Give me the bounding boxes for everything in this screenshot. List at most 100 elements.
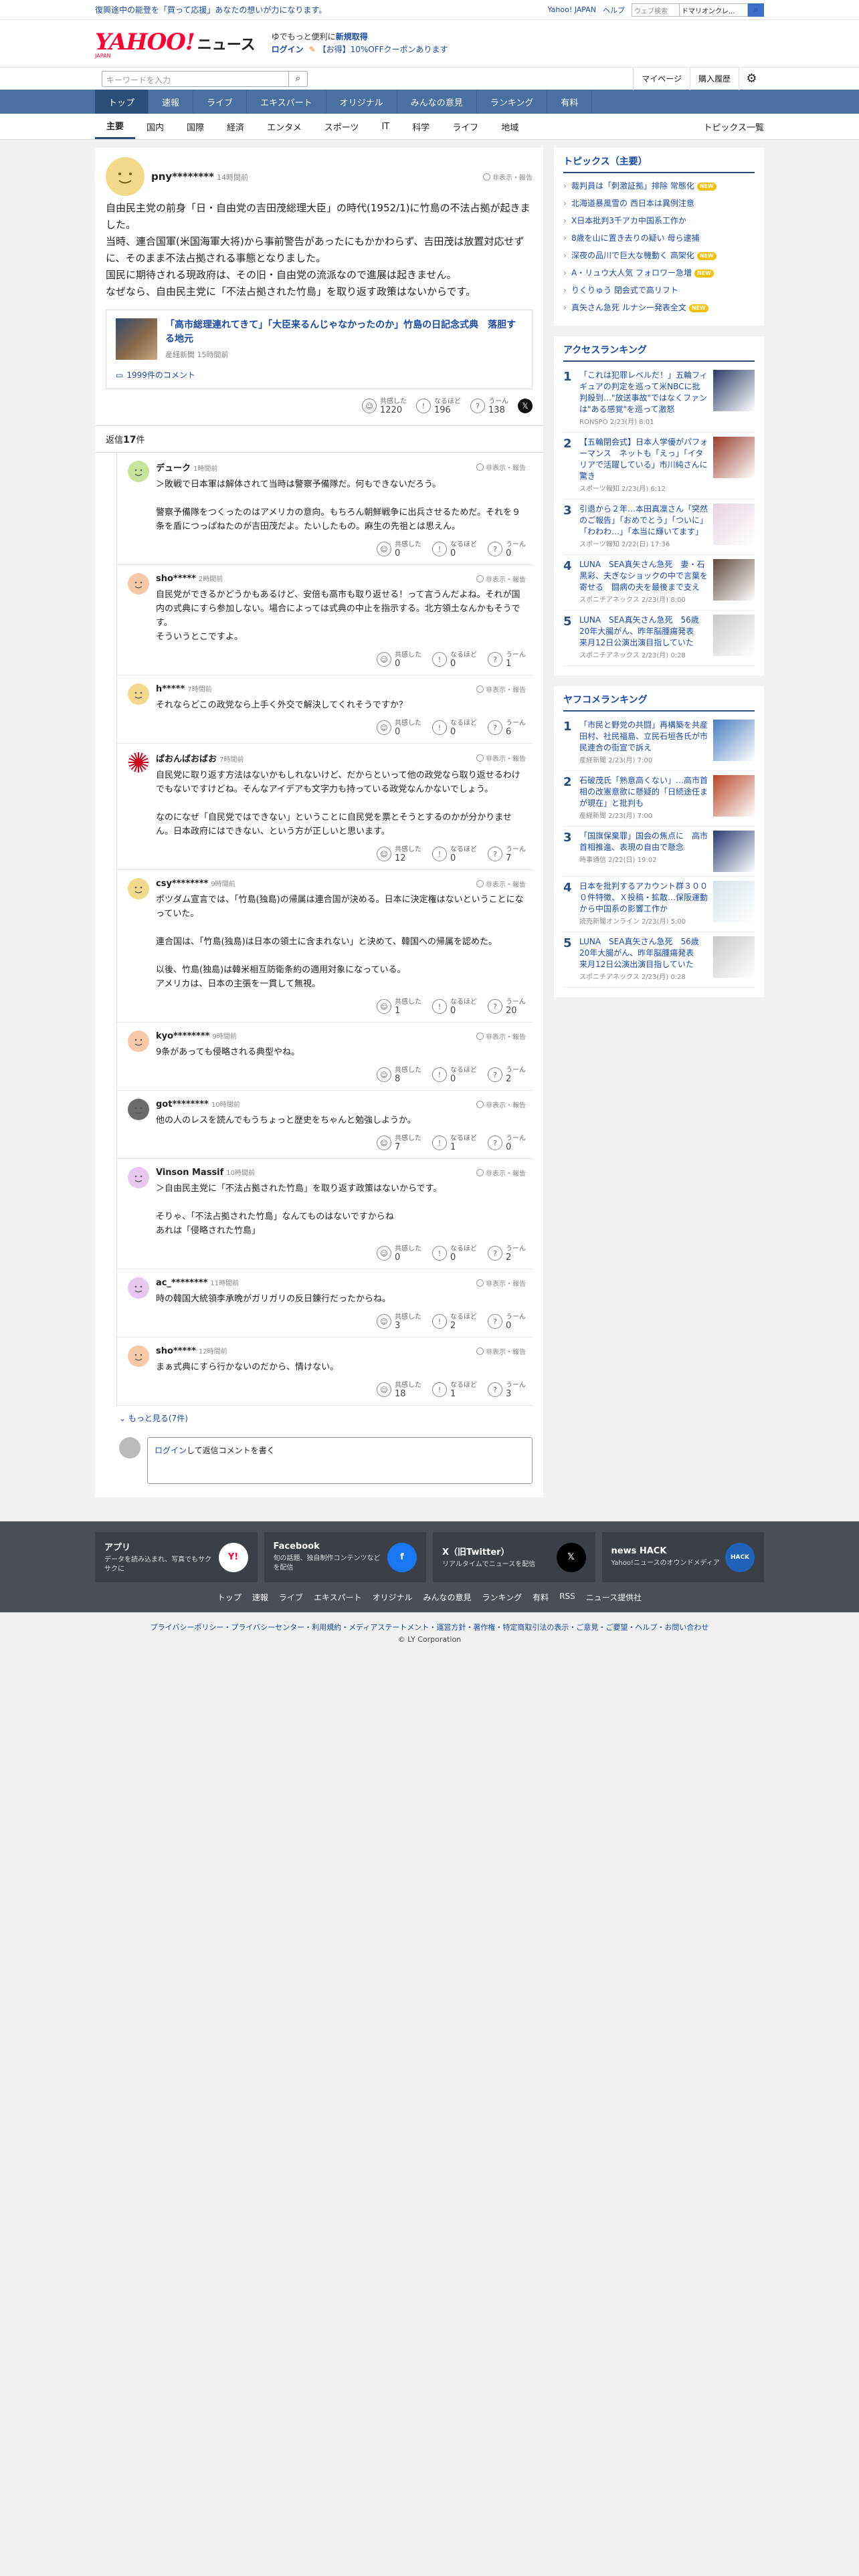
avatar[interactable] <box>128 1346 149 1367</box>
avatar[interactable] <box>128 1167 149 1188</box>
subnav-item-2[interactable]: 国際 <box>175 114 215 139</box>
footer-card[interactable]: news HACK Yahoo!ニュースのオウンドメディア HACK <box>601 1532 764 1582</box>
report-link[interactable]: 非表示・報告 <box>476 1278 526 1288</box>
show-more-button[interactable]: ⌄ もっと見る(7件) <box>106 1406 533 1430</box>
footer-link-4[interactable]: オリジナル <box>373 1592 413 1603</box>
reaction-empathy[interactable]: ☺ 共感した 0 <box>377 719 421 736</box>
tab-1[interactable]: 速報 <box>149 90 194 114</box>
reaction-insight[interactable]: ! なるほど 0 <box>432 845 477 863</box>
yahoo-japan-link[interactable]: Yahoo! JAPAN <box>547 5 596 14</box>
avatar[interactable] <box>128 752 149 773</box>
reply-username[interactable]: ぱおんばおばお <box>156 754 217 764</box>
avatar[interactable] <box>128 1277 149 1299</box>
reaction-hmm[interactable]: ? うーん 0 <box>488 1134 526 1152</box>
subnav-item-6[interactable]: IT <box>370 114 401 139</box>
tab-6[interactable]: ランキング <box>477 90 548 114</box>
tab-3[interactable]: エキスパート <box>247 90 326 114</box>
reaction-empathy[interactable]: ☺ 共感した 3 <box>377 1313 421 1330</box>
coupon-link[interactable]: 【お得】10%OFFクーポンあります <box>318 45 448 54</box>
ranking-item[interactable]: 4 日本を批判するアカウント群３０００件特徴、Ｘ投稿・拡散…保阪運動から中国系の影… <box>563 877 755 932</box>
reply-username[interactable]: sho***** <box>156 574 196 584</box>
report-link[interactable]: 非表示・報告 <box>476 753 526 763</box>
footer-link-1[interactable]: 速報 <box>252 1592 268 1603</box>
ranking-item[interactable]: 1 「これは犯罪レベルだ！」五輪フィギュアの判定を巡って米NBCに批判殺到…"放送… <box>563 366 755 433</box>
topic-item[interactable]: 8歳を山に置き去りの疑い 母ら逮捕 <box>563 229 755 247</box>
reaction-empathy[interactable]: ☺ 共感した 8 <box>377 1066 421 1083</box>
reaction-empathy[interactable]: ☺ 共感した 0 <box>377 651 421 668</box>
report-link[interactable]: 非表示・報告 <box>476 1168 526 1178</box>
reaction-insight[interactable]: ! なるほど 0 <box>432 719 477 736</box>
topic-item[interactable]: 深夜の品川で巨大な機動く 高架化NEW <box>563 247 755 264</box>
ranking-item[interactable]: 4 LUNA SEA真矢さん急死 妻・石黒彩、夫ぎなショックの中で言葉を寄せる 闘… <box>563 555 755 611</box>
reaction-hmm[interactable]: ? うーん 138 <box>470 397 508 415</box>
yahoo-news-logo[interactable]: YAHOO! ニュース JAPAN <box>95 29 256 59</box>
tab-2[interactable]: ライブ <box>193 90 248 114</box>
report-link[interactable]: 非表示・報告 <box>483 172 533 182</box>
reaction-hmm[interactable]: ? うーん 1 <box>488 651 526 668</box>
footer-link-9[interactable]: ニュース提供社 <box>586 1592 642 1603</box>
reaction-insight[interactable]: ! なるほど 0 <box>432 998 477 1015</box>
avatar[interactable] <box>106 157 145 196</box>
avatar[interactable] <box>128 573 149 595</box>
subnav-item-8[interactable]: ライフ <box>441 114 490 139</box>
web-search-input[interactable]: ドマリオンクレ... <box>680 3 748 17</box>
report-link[interactable]: 非表示・報告 <box>476 1031 526 1041</box>
reply-username[interactable]: デューク <box>156 463 191 473</box>
promo-banner[interactable]: 復興途中の能登を「買って応援」あなたの想いが力になります。 <box>95 4 326 15</box>
subnav-item-0[interactable]: 主要 <box>95 114 136 139</box>
reply-textarea[interactable]: ログインして返信コメントを書く <box>147 1437 533 1484</box>
footer-card[interactable]: アプリ データを読み込まれ、写真でもサクサクに Y! <box>95 1532 258 1582</box>
reply-username[interactable]: kyo******** <box>156 1031 209 1041</box>
top-comment-username[interactable]: pny******** <box>151 171 214 183</box>
ranking-item[interactable]: 5 LUNA SEA真矢さん急死 56歳 20年大腸がん、昨年脳腫瘍発表 来月12… <box>563 611 755 666</box>
topics-list-link[interactable]: トピックス一覧 <box>703 120 764 133</box>
reaction-hmm[interactable]: ? うーん 0 <box>488 540 526 558</box>
article-title[interactable]: 「高市総理連れてきて」「大臣来るんじゃなかったのか」竹島の日記念式典 落胆する地… <box>165 318 522 346</box>
reaction-empathy[interactable]: ☺ 共感した 12 <box>377 845 421 863</box>
reply-username[interactable]: got******** <box>156 1099 209 1109</box>
help-link[interactable]: ヘルプ <box>603 5 625 15</box>
footer-link-5[interactable]: みんなの意見 <box>423 1592 472 1603</box>
ranking-item[interactable]: 3 引退から２年…本田真凜さん「突然のご報告」「おめでとう」「ついに」「わわわ…」… <box>563 500 755 555</box>
login-link[interactable]: ログイン <box>272 45 304 54</box>
mypage-link[interactable]: マイページ <box>633 67 690 90</box>
reply-username[interactable]: csy******** <box>156 879 208 889</box>
reaction-empathy[interactable]: ☺ 共感した 1220 <box>362 397 407 415</box>
ranking-item[interactable]: 2 【五輪閉会式】日本人学優がパフォーマンス ネットも「えっ」「イタリアで活躍して… <box>563 433 755 500</box>
reaction-empathy[interactable]: ☺ 共感した 7 <box>377 1134 421 1152</box>
reaction-hmm[interactable]: ? うーん 7 <box>488 845 526 863</box>
report-link[interactable]: 非表示・報告 <box>476 1346 526 1356</box>
history-link[interactable]: 購入履歴 <box>689 67 739 90</box>
report-link[interactable]: 非表示・報告 <box>476 462 526 472</box>
subnav-item-4[interactable]: エンタメ <box>256 114 313 139</box>
reply-username[interactable]: h***** <box>156 684 185 694</box>
footer-link-0[interactable]: トップ <box>217 1592 242 1603</box>
reaction-hmm[interactable]: ? うーん 0 <box>488 1313 526 1330</box>
gear-icon[interactable]: ⚙ <box>739 67 764 90</box>
keyword-input[interactable]: キーワードを入力 <box>102 70 289 87</box>
tab-7[interactable]: 有料 <box>547 90 593 114</box>
report-link[interactable]: 非表示・報告 <box>476 879 526 889</box>
web-search-button[interactable]: ⌕ <box>748 3 764 17</box>
report-link[interactable]: 非表示・報告 <box>476 1099 526 1109</box>
report-link[interactable]: 非表示・報告 <box>476 574 526 584</box>
reaction-insight[interactable]: ! なるほど 1 <box>432 1381 477 1398</box>
ranking-item[interactable]: 5 LUNA SEA真矢さん急死 56歳 20年大腸がん、昨年脳腫瘍発表 来月12… <box>563 932 755 988</box>
footer-link-8[interactable]: RSS <box>559 1592 575 1603</box>
reaction-empathy[interactable]: ☺ 共感した 0 <box>377 540 421 558</box>
subnav-item-5[interactable]: スポーツ <box>313 114 371 139</box>
reaction-insight[interactable]: ! なるほど 2 <box>432 1313 477 1330</box>
article-link-box[interactable]: 「高市総理連れてきて」「大臣来るんじゃなかったのか」竹島の日記念式典 落胆する地… <box>106 310 533 389</box>
avatar[interactable] <box>128 878 149 899</box>
subnav-item-7[interactable]: 科学 <box>401 114 441 139</box>
reaction-hmm[interactable]: ? うーん 6 <box>488 719 526 736</box>
signup-link[interactable]: 新規取得 <box>336 32 368 41</box>
reply-username[interactable]: sho***** <box>156 1346 196 1356</box>
avatar[interactable] <box>128 461 149 482</box>
reaction-hmm[interactable]: ? うーん 2 <box>488 1066 526 1083</box>
x-share-icon[interactable]: 𝕏 <box>518 399 533 413</box>
footer-card[interactable]: Facebook 旬の話題、独自制作コンテンツなどを配信 f <box>264 1532 426 1582</box>
compose-login-link[interactable]: ログイン <box>155 1446 187 1455</box>
tab-5[interactable]: みんなの意見 <box>397 90 477 114</box>
ranking-item[interactable]: 1 「市民と野党の共闘」再構築を共産田村、社民福島、立民石垣各氏が市民連合の街宣で… <box>563 716 755 771</box>
